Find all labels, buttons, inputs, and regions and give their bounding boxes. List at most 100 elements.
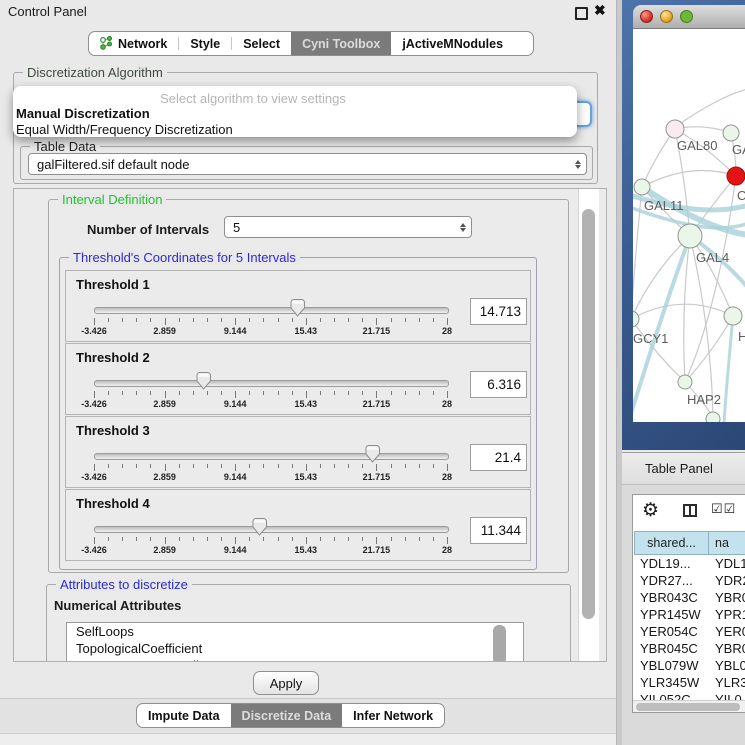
threshold-slider-handle[interactable] <box>252 518 267 536</box>
column-header-shared[interactable]: shared... <box>634 531 709 555</box>
network-node[interactable] <box>678 224 702 248</box>
attributes-scrollbar-thumb[interactable] <box>493 625 506 662</box>
spinner-arrows-icon[interactable] <box>455 223 471 232</box>
slider-tick <box>306 537 307 544</box>
threshold-slider-track[interactable] <box>94 526 449 533</box>
threshold-slider-track[interactable] <box>94 453 449 460</box>
network-edge[interactable] <box>642 171 736 187</box>
threshold-value-field[interactable] <box>470 444 527 471</box>
close-traffic-light[interactable] <box>640 10 653 23</box>
threshold-value-field[interactable] <box>470 371 527 398</box>
tab-network[interactable]: Network <box>89 32 178 55</box>
table-row[interactable]: YLR345W YLR3 <box>633 674 745 691</box>
apply-button[interactable]: Apply <box>253 671 319 695</box>
network-node[interactable] <box>633 311 639 327</box>
settings-gear-icon[interactable]: ⚙ <box>642 499 659 523</box>
spinner-arrows-icon[interactable] <box>570 160 586 169</box>
tab-cyni-toolbox[interactable]: Cyni Toolbox <box>291 32 391 55</box>
slider-tick <box>362 391 363 395</box>
table-cell-shared-name[interactable]: YDR27... <box>640 573 693 588</box>
table-row[interactable]: YBR045C YBR0 <box>633 640 745 657</box>
table-row[interactable]: YDR27... YDR2 <box>633 572 745 589</box>
tab-infer-network[interactable]: Infer Network <box>342 704 444 727</box>
algorithm-option-equal-width[interactable]: Equal Width/Frequency Discretization <box>16 122 233 137</box>
network-node[interactable] <box>723 125 739 141</box>
table-row[interactable]: YDL19... YDL1 <box>633 555 745 572</box>
tab-select[interactable]: Select <box>232 32 291 55</box>
network-node[interactable] <box>727 167 745 185</box>
checkbox-icons[interactable]: ☑☑ <box>711 501 736 517</box>
slider-tick <box>433 537 434 541</box>
table-row[interactable]: YIL052C YIL0 <box>633 691 745 700</box>
column-header-name[interactable]: na <box>709 531 745 555</box>
slider-tick <box>179 318 180 322</box>
table-cell-shared-name[interactable]: YIL052C <box>640 692 691 700</box>
table-row[interactable]: YBR043C YBR0 <box>633 589 745 606</box>
attribute-item[interactable]: BetweennessCentrality <box>67 657 523 662</box>
network-graph: GAL80GACGAL11GAL4GCY1HHAP2 <box>633 29 745 422</box>
network-node[interactable] <box>706 412 720 422</box>
table-cell-shared-name[interactable]: YBR043C <box>640 590 698 605</box>
table-cell-name[interactable]: YPR1 <box>715 607 745 622</box>
table-cell-name[interactable]: YER0 <box>715 624 745 639</box>
table-cell-shared-name[interactable]: YDL19... <box>640 556 691 571</box>
table-cell-name[interactable]: YIL0 <box>715 692 742 700</box>
table-hscrollbar-track[interactable] <box>633 700 745 713</box>
slider-tick <box>348 391 349 395</box>
tab-impute-data[interactable]: Impute Data <box>137 704 231 727</box>
attribute-item[interactable]: TopologicalCoefficient <box>67 640 523 657</box>
panel-scrollbar-track[interactable] <box>578 189 599 661</box>
column-split-icon[interactable] <box>683 504 697 517</box>
network-window-titlebar[interactable] <box>633 5 745 29</box>
table-hscrollbar-thumb[interactable] <box>636 703 740 711</box>
table-cell-shared-name[interactable]: YER054C <box>640 624 698 639</box>
float-window-icon[interactable] <box>575 7 588 20</box>
network-node[interactable] <box>634 179 650 195</box>
table-cell-name[interactable]: YLR3 <box>715 675 745 690</box>
table-row[interactable]: YBL079W YBL0 <box>633 657 745 674</box>
threshold-slider-handle[interactable] <box>196 372 211 390</box>
algorithm-option-manual[interactable]: Manual Discretization <box>16 106 150 121</box>
threshold-block: Threshold 1-3.4262.8599.14415.4321.71528 <box>65 270 531 342</box>
threshold-slider-track[interactable] <box>94 307 449 314</box>
table-cell-shared-name[interactable]: YBL079W <box>640 658 699 673</box>
tab-impute-data-label: Impute Data <box>148 709 220 723</box>
network-node[interactable] <box>724 307 742 325</box>
network-edge[interactable] <box>684 236 690 382</box>
table-row[interactable]: YPR145W YPR1 <box>633 606 745 623</box>
table-cell-shared-name[interactable]: YPR145W <box>640 607 701 622</box>
slider-tick <box>292 537 293 541</box>
attribute-item[interactable]: SelfLoops <box>67 623 523 640</box>
tab-jactivemnodules[interactable]: jActiveMNodules <box>391 32 514 55</box>
table-cell-name[interactable]: YDR2 <box>715 573 745 588</box>
table-cell-name[interactable]: YBR0 <box>715 641 745 656</box>
minimize-traffic-light[interactable] <box>660 10 673 23</box>
table-cell-name[interactable]: YDL1 <box>715 556 745 571</box>
tab-discretize-data[interactable]: Discretize Data <box>231 704 343 727</box>
slider-tick <box>362 537 363 541</box>
table-row[interactable]: YER054C YER0 <box>633 623 745 640</box>
table-cell-name[interactable]: YBL0 <box>715 658 745 673</box>
network-canvas[interactable]: GAL80GACGAL11GAL4GCY1HHAP2 <box>633 29 745 422</box>
threshold-value-field[interactable] <box>470 517 527 544</box>
network-edge[interactable] <box>633 236 690 420</box>
network-node[interactable] <box>666 120 684 138</box>
network-edge[interactable] <box>642 129 675 187</box>
table-cell-shared-name[interactable]: YBR045C <box>640 641 698 656</box>
network-edge[interactable] <box>675 89 745 127</box>
threshold-slider-track[interactable] <box>94 380 449 387</box>
close-icon[interactable]: ✖ <box>594 2 606 19</box>
number-of-intervals-select[interactable]: 5 <box>224 216 472 238</box>
threshold-slider-handle[interactable] <box>365 445 380 463</box>
network-edge[interactable] <box>633 304 733 319</box>
table-data-select[interactable]: galFiltered.sif default node <box>28 153 587 175</box>
zoom-traffic-light[interactable] <box>680 10 693 23</box>
threshold-slider-handle[interactable] <box>290 299 305 317</box>
threshold-value-field[interactable] <box>470 298 527 325</box>
network-node[interactable] <box>678 375 692 389</box>
tab-style[interactable]: Style <box>179 32 231 55</box>
panel-scrollbar-thumb[interactable] <box>582 209 595 619</box>
table-cell-name[interactable]: YBR0 <box>715 590 745 605</box>
table-cell-shared-name[interactable]: YLR345W <box>640 675 699 690</box>
network-edge[interactable] <box>724 316 733 422</box>
